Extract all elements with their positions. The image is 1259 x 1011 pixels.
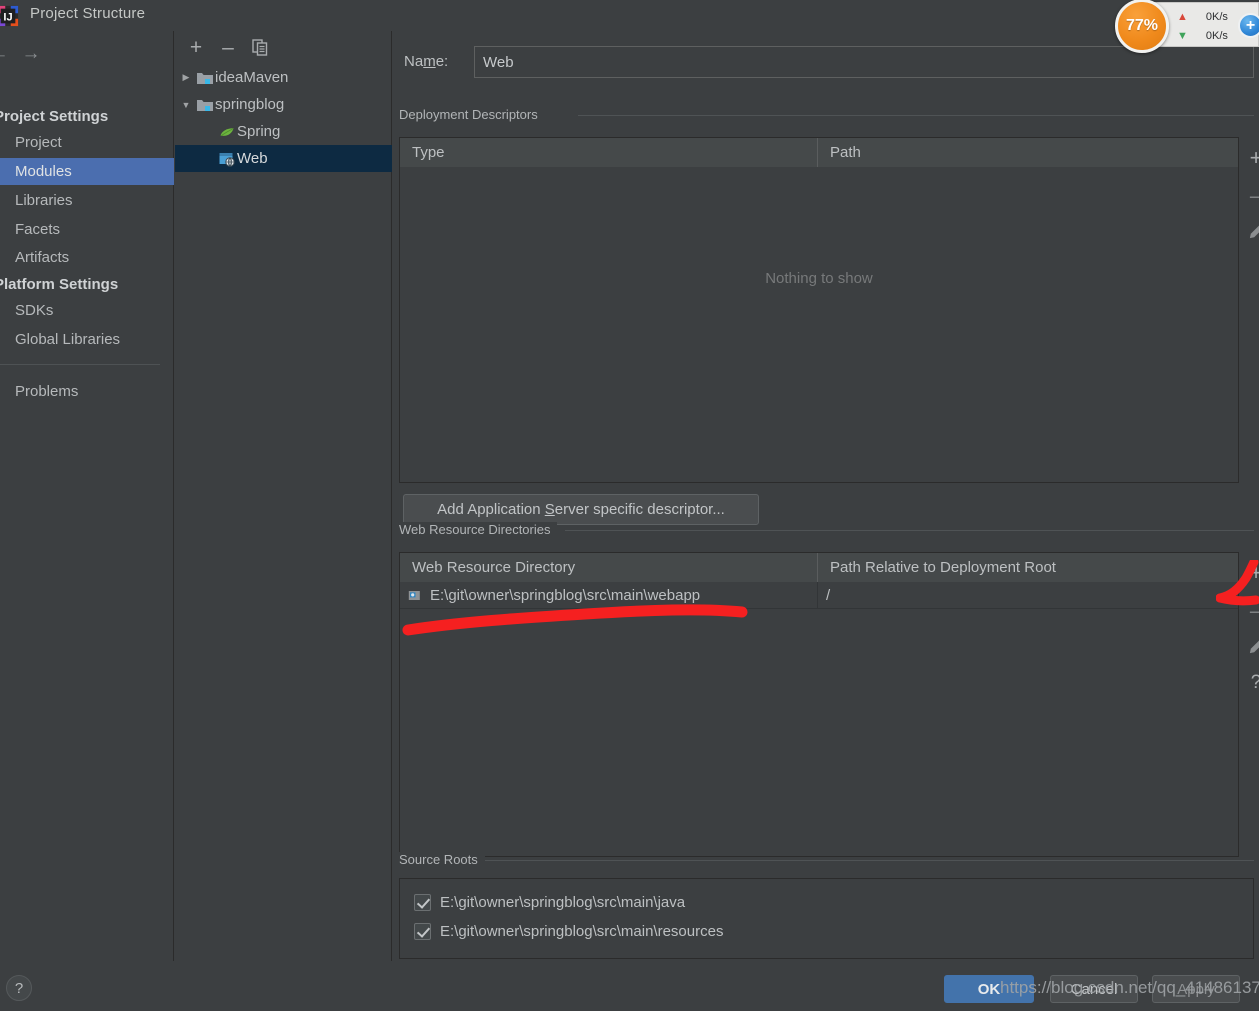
section-rule [578,115,1254,116]
deployment-descriptors-table: Type Path Nothing to show [399,137,1239,483]
sidebar-group-project-settings: Project Settings [0,108,109,125]
column-header-web-resource-directory[interactable]: Web Resource Directory [400,553,818,582]
table-body: Nothing to show [400,167,1238,482]
tree-node-label: ideaMaven [215,69,289,86]
table-header: Web Resource Directory Path Relative to … [400,553,1238,582]
download-rate-text: 0K/s [1205,30,1228,42]
web-resource-directories-table: Web Resource Directory Path Relative to … [399,552,1239,857]
sidebar-item-artifacts[interactable]: Artifacts [0,244,174,271]
sidebar-item-facets[interactable]: Facets [0,216,174,243]
source-root-label: E:\git\owner\springblog\src\main\java [440,894,686,911]
upload-rate-text: 0K/s [1205,11,1228,23]
deployment-descriptors-section-label: Deployment Descriptors [399,107,545,122]
copy-glyph [251,38,267,56]
pencil-glyph [1249,640,1259,653]
sidebar-item-libraries[interactable]: Libraries [0,187,174,214]
source-roots-list: E:\git\owner\springblog\src\main\java E:… [399,878,1254,959]
tree-node-label: Web [237,150,268,167]
chevron-down-icon[interactable]: ▼ [177,91,195,118]
project-structure-dialog: IJ Project Structure ← → Project Setting… [0,0,1259,1011]
tree-node-web[interactable]: Web [175,145,392,172]
sidebar-item-sdks[interactable]: SDKs [0,297,174,324]
source-root-item[interactable]: E:\git\owner\springblog\src\main\resourc… [400,917,1253,946]
web-resource-directories-section-label: Web Resource Directories [399,522,558,537]
copy-icon[interactable] [247,35,273,59]
cpu-usage-dial[interactable]: 77% [1115,0,1169,53]
tree-node-ideamaven[interactable]: ▶ ideaMaven [175,64,392,91]
cell-web-resource-directory: E:\git\owner\springblog\src\main\webapp [400,582,818,609]
source-root-item[interactable]: E:\git\owner\springblog\src\main\java [400,888,1253,917]
spring-facet-icon [217,118,237,145]
web-resource-directory-path: E:\git\owner\springblog\src\main\webapp [430,587,701,604]
tree-node-label: Spring [237,123,281,140]
sidebar-item-problems[interactable]: Problems [0,378,174,405]
empty-state-text: Nothing to show [765,270,873,287]
module-folder-icon [195,91,215,118]
web-facet-icon [217,145,237,172]
tree-node-springblog[interactable]: ▼ springblog [175,91,392,118]
sidebar-divider [0,364,160,365]
apply-button[interactable]: Apply [1152,975,1240,1003]
module-name-label: Name: [404,53,449,70]
svg-text:IJ: IJ [3,12,12,24]
arrow-right-icon[interactable]: → [14,41,48,67]
source-root-checkbox[interactable] [414,894,431,911]
navigation-arrows: ← → [0,41,112,67]
module-tree-toolbar: + – [175,31,392,63]
table-row[interactable]: E:\git\owner\springblog\src\main\webapp … [400,582,1238,609]
network-speed-widget[interactable]: 77% ▲ 0K/s ▼ 0K/s + [1115,0,1259,53]
add-application-server-descriptor-button[interactable]: Add Application Server specific descript… [403,494,759,525]
column-header-type[interactable]: Type [400,138,818,167]
pencil-icon[interactable] [1240,630,1259,663]
chevron-right-icon[interactable]: ▶ [177,64,195,91]
web-resource-directories-toolbar: + – ? [1240,552,1259,712]
sidebar-item-modules[interactable]: Modules [0,158,174,185]
sidebar-item-global-libraries[interactable]: Global Libraries [0,326,174,353]
minus-icon[interactable]: – [1240,594,1259,627]
minus-icon[interactable]: – [1240,179,1259,212]
plus-icon[interactable]: + [1240,141,1259,174]
download-rate-row: ▼ 0K/s [1177,27,1239,45]
module-settings-pane: Name: Deployment Descriptors Type Path N… [393,31,1259,961]
window-title: Project Structure [30,5,146,22]
deployment-descriptors-toolbar: + – [1240,137,1259,257]
cancel-button[interactable]: Cancel [1050,975,1138,1003]
question-icon[interactable]: ? [1240,666,1259,699]
column-header-path-relative[interactable]: Path Relative to Deployment Root [818,553,1238,582]
cell-path-relative: / [826,587,831,604]
help-button[interactable]: ? [6,975,32,1001]
speed-rates: ▲ 0K/s ▼ 0K/s [1177,7,1239,45]
pencil-icon[interactable] [1240,215,1259,248]
tree-node-spring[interactable]: Spring [175,118,392,145]
sidebar-group-platform-settings: Platform Settings [0,276,119,293]
module-folder-icon [195,64,215,91]
upload-rate-row: ▲ 0K/s [1177,8,1239,26]
arrow-up-icon: ▲ [1177,10,1188,23]
pencil-glyph [1249,225,1259,238]
plus-icon[interactable]: + [1240,556,1259,589]
source-roots-section-label: Source Roots [399,852,485,867]
section-rule [485,860,1254,861]
source-root-label: E:\git\owner\springblog\src\main\resourc… [440,923,724,940]
settings-sidebar: ← → Project Settings Project Modules Lib… [0,31,174,961]
widget-add-button[interactable]: + [1238,13,1259,38]
ok-button[interactable]: OK [944,975,1034,1003]
folder-web-icon [408,589,424,603]
minus-icon[interactable]: – [215,35,241,59]
sidebar-item-project[interactable]: Project [0,129,174,156]
column-header-path[interactable]: Path [818,138,1238,167]
intellij-idea-logo-icon: IJ [0,5,19,27]
table-body: E:\git\owner\springblog\src\main\webapp … [400,582,1238,856]
module-name-row: Name: [404,46,1254,80]
title-bar: IJ Project Structure [0,0,1259,31]
source-root-checkbox[interactable] [414,923,431,940]
arrow-down-icon: ▼ [1177,29,1188,42]
plus-icon[interactable]: + [183,35,209,59]
module-tree-panel: + – ▶ ideaMaven ▼ springblog Spring Web [175,31,392,961]
table-header: Type Path [400,138,1238,167]
section-rule [565,530,1254,531]
tree-node-label: springblog [215,96,285,113]
